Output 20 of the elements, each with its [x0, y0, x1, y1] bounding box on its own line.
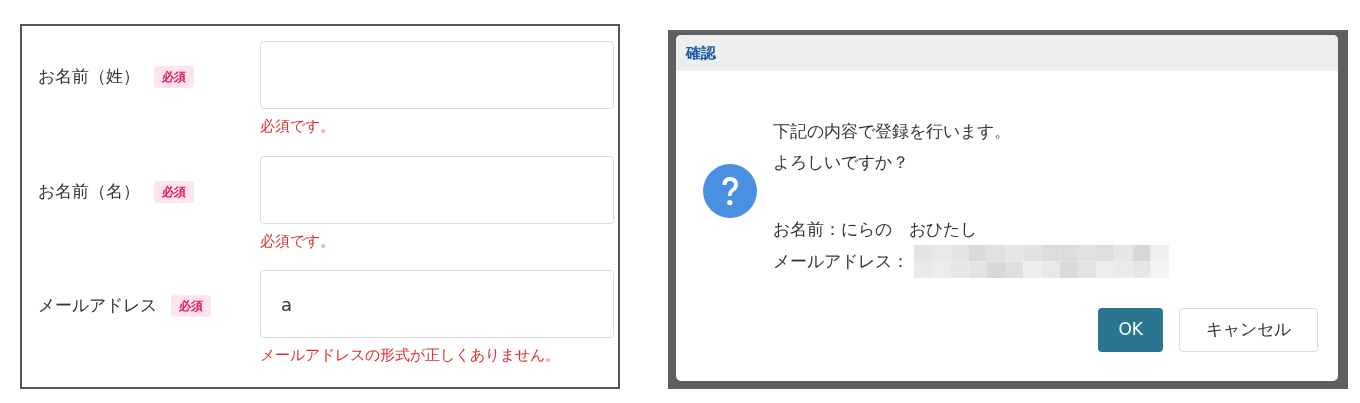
error-message: 必須です。 [260, 230, 336, 252]
required-badge: 必須 [154, 66, 194, 88]
text-field[interactable] [260, 41, 614, 109]
field-label: お名前（名） [38, 179, 140, 203]
dialog-title: 確認 [686, 42, 716, 64]
field-label: メールアドレス [38, 294, 157, 318]
required-badge: 必須 [171, 295, 211, 317]
dialog-message: よろしいですか？ [773, 151, 910, 174]
ok-button[interactable]: OK [1098, 308, 1163, 352]
field-label: お名前（姓） [38, 65, 140, 89]
email-label: メールアドレス： [773, 250, 909, 273]
name-line: お名前：にらの おひたし [773, 218, 978, 241]
error-message: メールアドレスの形式が正しくありません。 [260, 345, 561, 366]
question-icon [703, 164, 757, 218]
required-badge: 必須 [154, 180, 194, 203]
text-field[interactable]: a [260, 270, 614, 338]
error-message: 必須です。 [260, 116, 336, 137]
cancel-button[interactable]: キャンセル [1179, 308, 1318, 352]
dialog-message: 下記の内容で登録を行います。 [773, 120, 1012, 143]
text-field[interactable] [260, 155, 614, 224]
